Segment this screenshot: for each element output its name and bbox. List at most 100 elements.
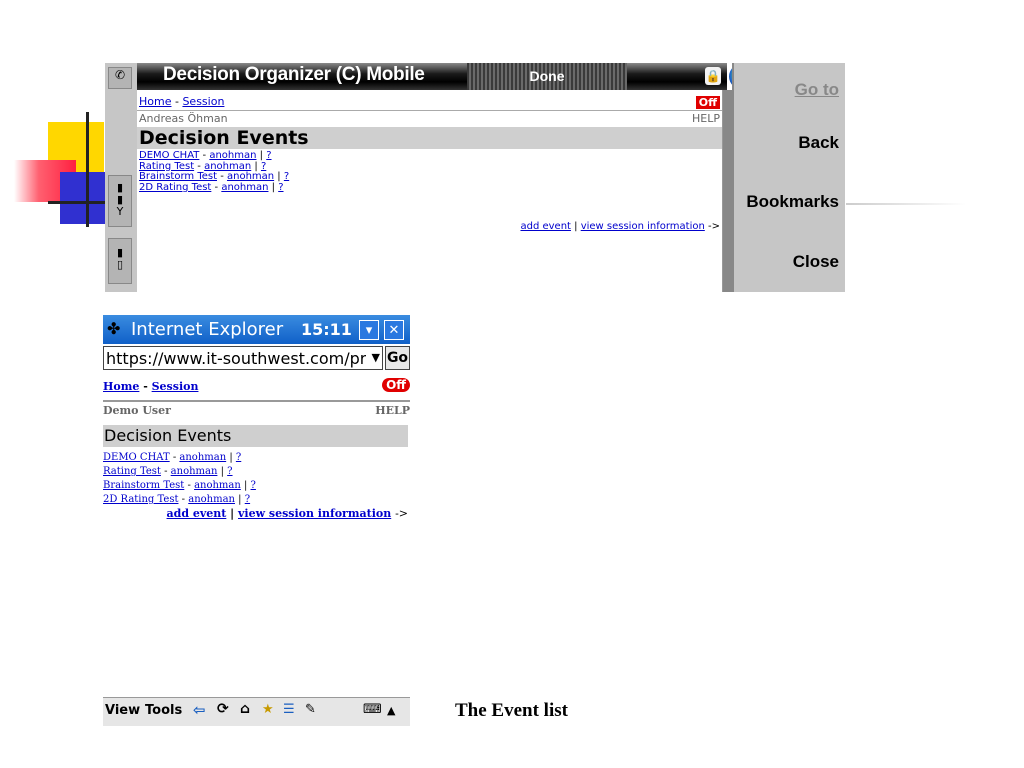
off-button[interactable]: Off xyxy=(695,96,720,109)
arrow-text: -> xyxy=(708,221,720,232)
communicator-title: Decision Organizer (C) Mobile xyxy=(163,64,425,85)
keyboard-icon[interactable]: ⌨ xyxy=(363,702,382,717)
event-link[interactable]: DEMO CHAT xyxy=(139,150,199,161)
event-list: DEMO CHAT - anohman | ? Rating Test - an… xyxy=(103,451,256,507)
edit-icon[interactable]: ✎ xyxy=(305,702,316,717)
back-arrow-icon[interactable]: ⇦ xyxy=(193,701,206,719)
add-event-link[interactable]: add event xyxy=(520,221,570,232)
view-session-info-link[interactable]: view session information xyxy=(581,221,705,232)
owner-link[interactable]: anohman xyxy=(227,171,274,182)
bookmarks-button[interactable]: Bookmarks xyxy=(746,192,839,212)
help-link[interactable]: HELP xyxy=(692,112,720,125)
owner-link[interactable]: anohman xyxy=(194,480,241,491)
chevron-down-icon[interactable]: ▼ xyxy=(372,351,380,364)
communicator-page: Home - Session Off Andreas Öhman HELP De… xyxy=(137,90,722,292)
divider xyxy=(103,400,410,402)
divider xyxy=(137,110,722,111)
pocketpc-title: Internet Explorer xyxy=(131,319,284,340)
list-item: DEMO CHAT - anohman | ? xyxy=(103,452,242,463)
event-link[interactable]: Brainstorm Test xyxy=(139,171,217,182)
home-link[interactable]: Home xyxy=(139,95,171,108)
event-list: DEMO CHAT - anohman | ? Rating Test - an… xyxy=(139,150,289,193)
owner-link[interactable]: anohman xyxy=(209,150,256,161)
session-link[interactable]: Session xyxy=(152,380,199,393)
communicator-title-bar: Decision Organizer (C) Mobile Done 🔒 xyxy=(137,63,758,90)
event-link[interactable]: Rating Test xyxy=(103,466,161,477)
section-heading-bar: Decision Events xyxy=(137,127,722,149)
tools-menu[interactable]: Tools xyxy=(145,703,182,718)
windows-logo-icon[interactable]: ✤ xyxy=(107,319,120,338)
address-bar: ▼ xyxy=(103,346,383,370)
clock: 15:11 xyxy=(301,320,352,339)
breadcrumb: Home - Session xyxy=(103,380,198,393)
breadcrumb: Home - Session xyxy=(139,95,224,108)
owner-link[interactable]: anohman xyxy=(221,182,268,193)
communicator-indicator-bar: ✆ ▮ ▮ Y ▮ ▯ xyxy=(105,63,137,292)
help-link[interactable]: ? xyxy=(284,171,289,182)
help-link[interactable]: ? xyxy=(261,161,266,172)
goto-button[interactable]: Go to xyxy=(795,80,839,100)
chevron-up-icon[interactable]: ▲ xyxy=(387,704,395,717)
decor-fade-line xyxy=(846,203,966,205)
view-menu[interactable]: View xyxy=(105,703,140,718)
page-title: Decision Events xyxy=(139,127,309,149)
battery-icon: ▮ ▯ xyxy=(108,238,132,284)
view-session-info-link[interactable]: view session information xyxy=(238,507,391,520)
page-title: Decision Events xyxy=(104,426,232,445)
command-button-bar: Go to Back Bookmarks Close xyxy=(732,63,845,292)
slide-caption: The Event list xyxy=(455,700,568,721)
chevron-down-icon[interactable]: ▾ xyxy=(359,320,379,340)
help-link[interactable]: ? xyxy=(236,452,241,463)
help-link[interactable]: ? xyxy=(245,494,250,505)
add-event-link[interactable]: add event xyxy=(167,507,227,520)
lock-icon: 🔒 xyxy=(705,67,721,85)
decor-blue-square xyxy=(60,172,106,224)
back-button[interactable]: Back xyxy=(798,133,839,153)
help-link[interactable]: ? xyxy=(278,182,283,193)
home-link[interactable]: Home xyxy=(103,380,139,393)
user-name: Andreas Öhman xyxy=(139,112,228,125)
arrow-text: -> xyxy=(395,507,408,520)
help-link[interactable]: ? xyxy=(227,466,232,477)
go-button[interactable]: Go xyxy=(385,346,410,370)
history-icon[interactable]: ☰ xyxy=(283,702,295,717)
refresh-icon[interactable]: ⟳ xyxy=(217,701,229,717)
list-item: Rating Test - anohman | ? xyxy=(103,466,233,477)
page-actions: add event | view session information -> xyxy=(166,507,408,520)
close-button[interactable]: Close xyxy=(793,252,839,272)
event-link[interactable]: 2D Rating Test xyxy=(139,182,211,193)
event-link[interactable]: DEMO CHAT xyxy=(103,452,170,463)
address-input[interactable] xyxy=(104,347,368,369)
owner-link[interactable]: anohman xyxy=(188,494,235,505)
signal-strength-icon: ▮ ▮ Y xyxy=(108,175,132,227)
section-heading-bar: Decision Events xyxy=(103,425,408,447)
list-item: 2D Rating Test - anohman | ? xyxy=(139,181,284,193)
help-link[interactable]: ? xyxy=(251,480,256,491)
list-item: 2D Rating Test - anohman | ? xyxy=(103,494,251,505)
phone-icon: ✆ xyxy=(108,67,132,89)
page-actions: add event | view session information -> xyxy=(520,221,720,232)
close-icon[interactable]: ✕ xyxy=(384,320,404,340)
user-name: Demo User xyxy=(103,404,171,417)
owner-link[interactable]: anohman xyxy=(204,161,251,172)
favorites-icon[interactable]: ★ xyxy=(262,702,274,717)
session-link[interactable]: Session xyxy=(182,95,224,108)
help-link[interactable]: ? xyxy=(266,150,271,161)
pocketpc-toolbar: View Tools ⇦ ⟳ ⌂ ★ ☰ ✎ ⌨ ▲ xyxy=(103,697,410,726)
breadcrumb-separator: - xyxy=(139,380,152,393)
decor-vertical-line xyxy=(86,112,89,227)
help-link[interactable]: HELP xyxy=(375,404,410,417)
event-link[interactable]: Rating Test xyxy=(139,161,194,172)
owner-link[interactable]: anohman xyxy=(179,452,226,463)
scrollbar-thumb[interactable] xyxy=(723,90,732,292)
owner-link[interactable]: anohman xyxy=(171,466,218,477)
pocketpc-title-bar: ✤ Internet Explorer 15:11 ▾ ✕ xyxy=(103,315,410,344)
list-item: Brainstorm Test - anohman | ? xyxy=(103,480,256,491)
status-indicator: Done xyxy=(467,63,627,90)
off-button[interactable]: Off xyxy=(382,378,410,392)
communicator-screenshot: ✆ ▮ ▮ Y ▮ ▯ Decision Organizer (C) Mobile D… xyxy=(105,63,845,292)
event-link[interactable]: 2D Rating Test xyxy=(103,494,178,505)
home-icon[interactable]: ⌂ xyxy=(240,701,250,717)
pocketpc-screenshot: ✤ Internet Explorer 15:11 ▾ ✕ ▼ Go Home … xyxy=(103,315,410,527)
event-link[interactable]: Brainstorm Test xyxy=(103,480,184,491)
